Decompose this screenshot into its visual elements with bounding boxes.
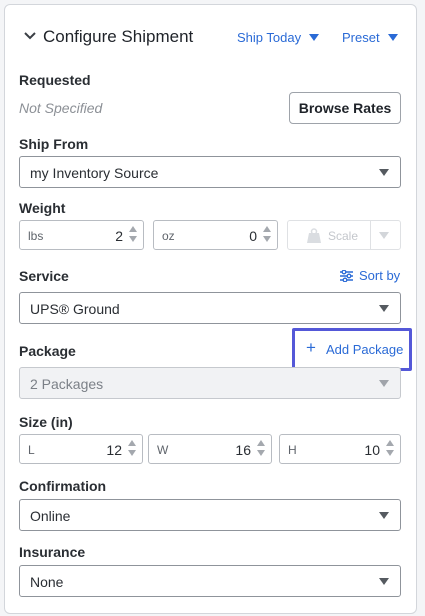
plus-icon: + bbox=[306, 338, 316, 357]
ship-date-label: Ship Today bbox=[237, 30, 302, 45]
scale-icon bbox=[307, 228, 321, 243]
chevron-down-icon[interactable] bbox=[23, 29, 37, 43]
caret-down-icon bbox=[379, 380, 389, 387]
weight-lbs-input[interactable]: lbs 2 bbox=[19, 220, 144, 250]
ship-from-select[interactable]: my Inventory Source bbox=[19, 156, 401, 188]
width-unit-label: W bbox=[157, 443, 169, 457]
scale-divider bbox=[370, 221, 371, 249]
panel-title: Configure Shipment bbox=[43, 27, 194, 46]
service-label: Service bbox=[19, 268, 69, 284]
stepper-icon[interactable] bbox=[129, 226, 138, 244]
ship-from-value: my Inventory Source bbox=[30, 165, 159, 181]
lbs-unit-label: lbs bbox=[28, 229, 44, 243]
insurance-label: Insurance bbox=[19, 544, 86, 560]
stepper-icon[interactable] bbox=[386, 440, 395, 458]
oz-value: 0 bbox=[249, 228, 257, 244]
sort-by-label: Sort by bbox=[359, 268, 401, 283]
panel-header: Configure Shipment Ship Today Preset bbox=[5, 5, 416, 69]
caret-down-icon bbox=[387, 34, 398, 41]
sort-by-button[interactable]: Sort by bbox=[340, 268, 400, 283]
lbs-value: 2 bbox=[115, 228, 123, 244]
caret-down-icon bbox=[379, 305, 389, 312]
package-value: 2 Packages bbox=[30, 376, 104, 392]
ship-date-dropdown[interactable]: Ship Today bbox=[237, 30, 320, 45]
weight-label: Weight bbox=[19, 200, 66, 216]
preset-label: Preset bbox=[342, 30, 380, 45]
caret-down-icon bbox=[379, 578, 389, 585]
height-value: 10 bbox=[364, 442, 380, 458]
ship-from-label: Ship From bbox=[19, 136, 89, 152]
requested-value: Not Specified bbox=[19, 100, 103, 116]
package-label: Package bbox=[19, 343, 76, 359]
insurance-value: None bbox=[30, 574, 64, 590]
sliders-icon bbox=[340, 269, 353, 283]
confirmation-value: Online bbox=[30, 508, 71, 524]
confirmation-label: Confirmation bbox=[19, 478, 107, 494]
scale-label: Scale bbox=[328, 229, 359, 243]
oz-unit-label: oz bbox=[162, 229, 175, 243]
requested-label: Requested bbox=[19, 72, 91, 88]
insurance-select[interactable]: None bbox=[19, 565, 401, 597]
weight-oz-input[interactable]: oz 0 bbox=[153, 220, 278, 250]
package-select[interactable]: 2 Packages bbox=[19, 367, 401, 399]
size-height-input[interactable]: H 10 bbox=[279, 434, 401, 464]
length-value: 12 bbox=[106, 442, 122, 458]
size-label: Size (in) bbox=[19, 414, 73, 430]
caret-down-icon bbox=[379, 169, 389, 176]
stepper-icon[interactable] bbox=[263, 226, 272, 244]
service-value: UPS® Ground bbox=[30, 301, 120, 317]
service-select[interactable]: UPS® Ground bbox=[19, 292, 401, 324]
height-unit-label: H bbox=[288, 443, 297, 457]
caret-down-icon bbox=[309, 34, 320, 41]
caret-down-icon bbox=[379, 512, 389, 519]
stepper-icon[interactable] bbox=[257, 440, 266, 458]
browse-rates-button[interactable]: Browse Rates bbox=[289, 92, 401, 124]
configure-shipment-panel: Configure Shipment Ship Today Preset Req… bbox=[4, 4, 417, 614]
length-unit-label: L bbox=[28, 443, 35, 457]
size-length-input[interactable]: L 12 bbox=[19, 434, 143, 464]
preset-dropdown[interactable]: Preset bbox=[342, 30, 398, 45]
width-value: 16 bbox=[235, 442, 251, 458]
stepper-icon[interactable] bbox=[128, 440, 137, 458]
add-package-button[interactable]: + Add Package bbox=[302, 338, 404, 362]
caret-down-icon[interactable] bbox=[379, 232, 389, 239]
scale-button[interactable]: Scale bbox=[287, 220, 401, 250]
add-package-label: Add Package bbox=[326, 342, 404, 357]
size-width-input[interactable]: W 16 bbox=[148, 434, 272, 464]
confirmation-select[interactable]: Online bbox=[19, 499, 401, 531]
